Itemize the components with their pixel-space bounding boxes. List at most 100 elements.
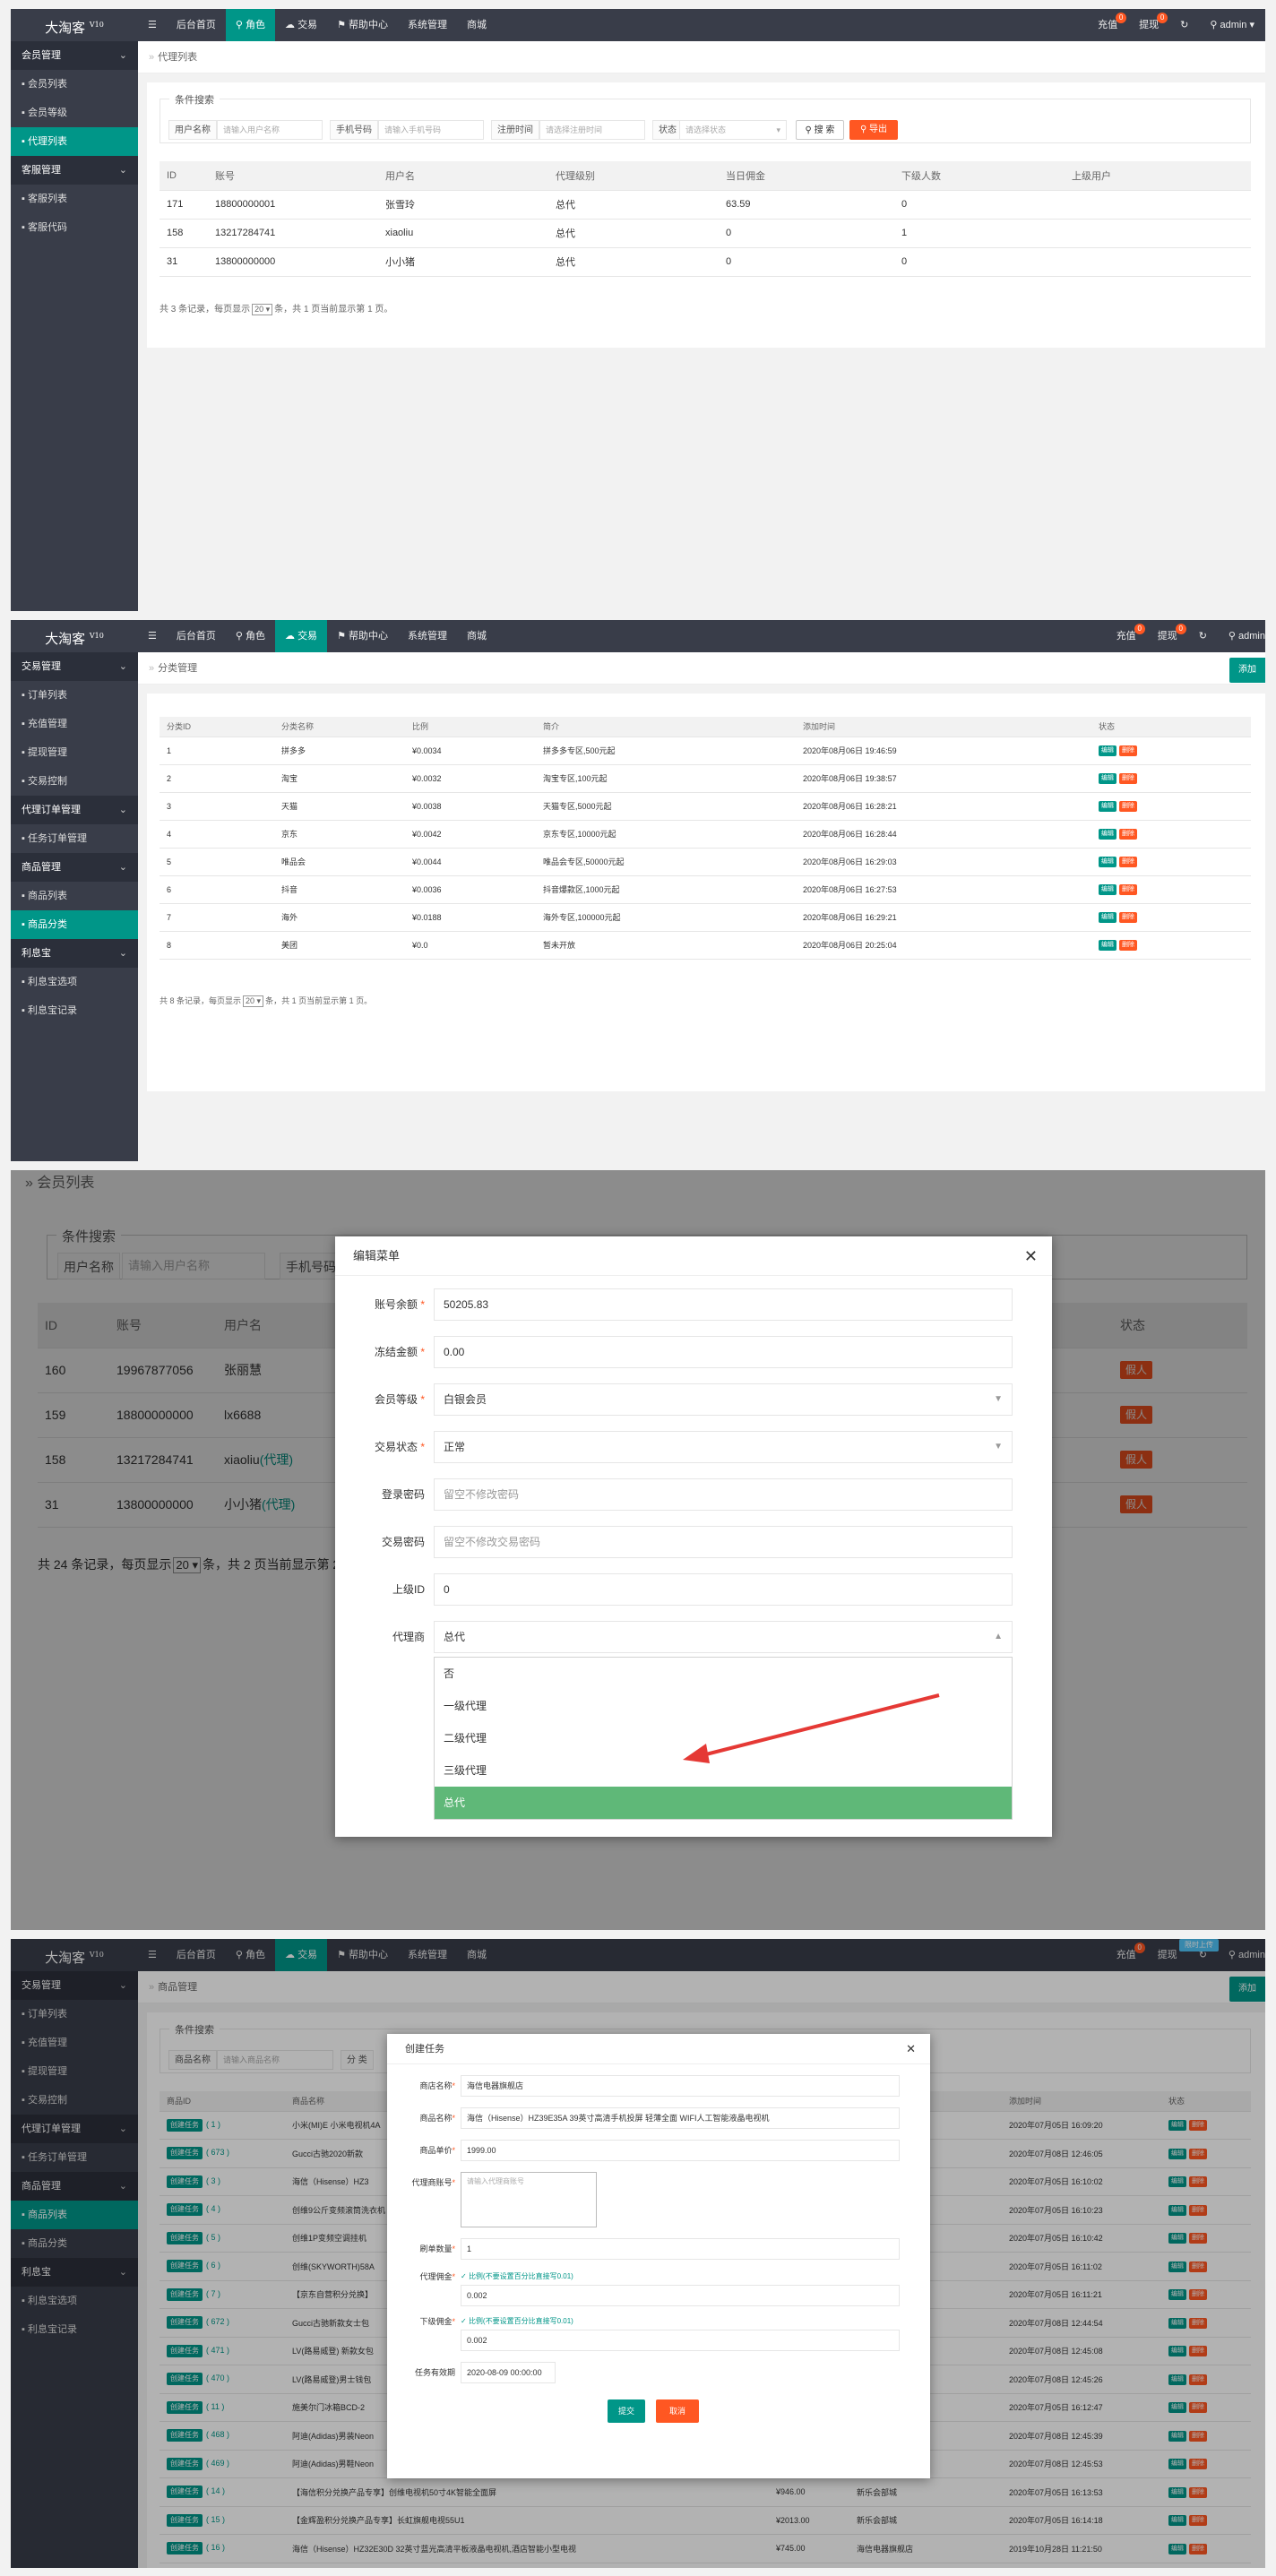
qty-input[interactable]: 1 (461, 2238, 900, 2260)
sidebar-item[interactable]: ▪ 订单列表 (11, 681, 138, 710)
cancel-button[interactable]: 取消 (656, 2399, 699, 2423)
sidebar-group[interactable]: 客服管理 ⌄ (11, 156, 138, 185)
nav-trade[interactable]: ☁ 交易 (275, 9, 327, 41)
nav-help[interactable]: ⚑ 帮助中心 (327, 620, 398, 652)
admin-user[interactable]: ⚲ admin (1218, 620, 1265, 652)
recharge-link[interactable]: 充值 0 (1087, 9, 1128, 41)
delete-button[interactable]: 删除 (1119, 829, 1137, 840)
recharge-link[interactable]: 充值 0 (1106, 620, 1147, 652)
delete-button[interactable]: 删除 (1119, 912, 1137, 923)
delete-button[interactable]: 删除 (1119, 773, 1137, 784)
edit-button[interactable]: 编辑 (1099, 940, 1116, 951)
sidebar-group[interactable]: 代理订单管理 ⌄ (11, 796, 138, 824)
nav-help[interactable]: ⚑ 帮助中心 (327, 9, 398, 41)
delete-button[interactable]: 删除 (1119, 801, 1137, 812)
close-icon[interactable]: ✕ (906, 2034, 916, 2064)
edit-button[interactable]: 编辑 (1099, 912, 1116, 923)
menu-icon[interactable]: ☰ (138, 9, 167, 41)
export-button[interactable]: ⚲ 导出 (849, 120, 898, 140)
price-label: 商品单价* (419, 2146, 455, 2155)
page-size-select[interactable]: 20 ▾ (252, 304, 273, 315)
goods-label: 商品名称* (419, 2114, 455, 2123)
nav-trade[interactable]: ☁ 交易 (275, 620, 328, 652)
search-button[interactable]: ⚲ 搜 索 (796, 120, 844, 140)
username-input[interactable]: 请输入用户名称 (217, 120, 323, 140)
lower-commission-input[interactable]: 0.002 (461, 2330, 900, 2351)
screenshot-agent-list: 大淘客 V10 ☰ 后台首页 ⚲ 角色 ☁ 交易 ⚑ 帮助中心 系统管理 商城 … (11, 9, 1265, 611)
sidebar-item[interactable]: ▪ 利息宝选项 (11, 968, 138, 996)
withdraw-link[interactable]: 提现 0 (1147, 620, 1188, 652)
submit-button[interactable]: 提交 (608, 2399, 645, 2423)
check-icon: ✓ (461, 2317, 469, 2325)
sidebar-group[interactable]: 交易管理 ⌄ (11, 652, 138, 681)
nav-role[interactable]: ⚲ 角色 (225, 9, 275, 41)
sidebar: 交易管理 ⌄ ▪ 订单列表 ▪ 充值管理 ▪ 提现管理 ▪ 交易控制 代理订单管理 ⌄ ▪ 任务… (11, 652, 138, 1161)
nav-home[interactable]: 后台首页 (167, 9, 226, 41)
expire-input[interactable]: 2020-08-09 00:00:00 (461, 2362, 556, 2383)
user-icon: ⚲ (235, 20, 246, 30)
edit-button[interactable]: 编辑 (1099, 745, 1116, 756)
sidebar-item[interactable]: ▪ 商品列表 (11, 882, 138, 910)
sidebar-item[interactable]: ▪ 提现管理 (11, 738, 138, 767)
sidebar-item[interactable]: ▪ 客服列表 (11, 185, 138, 213)
delete-button[interactable]: 删除 (1119, 884, 1137, 895)
nav-home[interactable]: 后台首页 (167, 620, 226, 652)
table-row: 2 淘宝 ¥0.0032 淘宝专区,100元起 2020年08月06日 19:38:57… (160, 764, 1251, 793)
delete-button[interactable]: 删除 (1119, 940, 1137, 951)
status-select[interactable]: 请选择状态 ▾ (679, 120, 787, 140)
sidebar-group[interactable]: 商品管理 ⌄ (11, 853, 138, 882)
page-size-select[interactable]: 20 ▾ (243, 995, 264, 1007)
sidebar-group[interactable]: 利息宝 ⌄ (11, 939, 138, 968)
add-category-button[interactable]: 添加 (1229, 658, 1265, 683)
edit-button[interactable]: 编辑 (1099, 857, 1116, 867)
agent-account-textarea[interactable]: 请输入代理商账号 (461, 2172, 597, 2227)
breadcrumb-arrow-icon: » (149, 663, 155, 674)
search-icon: ⚲ (859, 125, 870, 134)
breadcrumb: » 分类管理 (138, 652, 1265, 685)
sidebar-item[interactable]: ▪ 会员列表 (11, 70, 138, 99)
edit-button[interactable]: 编辑 (1099, 884, 1116, 895)
shop-input[interactable]: 海信电器旗舰店 (461, 2075, 900, 2097)
withdraw-link[interactable]: 提现 0 (1128, 9, 1169, 41)
edit-button[interactable]: 编辑 (1099, 801, 1116, 812)
menu-icon[interactable]: ☰ (138, 620, 167, 652)
screenshot-edit-member-modal: » 会员列表 条件搜索 用户名称 请输入用户名称 手机号码 ID账号用户名最后登… (11, 1170, 1265, 1930)
logo[interactable]: 大淘客 V10 (11, 620, 138, 652)
content-card: 分类ID 分类名称 比例 简介 添加时间 状态 1 拼多多 ¥0.0034 拼多多专区,500元… (147, 694, 1265, 1091)
regtime-input[interactable]: 请选择注册时间 (539, 120, 645, 140)
agent-commission-input[interactable]: 0.002 (461, 2285, 900, 2306)
sidebar-item[interactable]: ▪ 代理列表 (11, 127, 138, 156)
sidebar-item[interactable]: ▪ 商品分类 (11, 910, 138, 939)
admin-user[interactable]: ⚲ admin ▾ (1199, 9, 1265, 41)
sidebar-item[interactable]: ▪ 会员等级 (11, 99, 138, 127)
nav-role[interactable]: ⚲ 角色 (226, 620, 275, 652)
edit-button[interactable]: 编辑 (1099, 773, 1116, 784)
sidebar-item[interactable]: ▪ 充值管理 (11, 710, 138, 738)
goods-input[interactable]: 海信（Hisense）HZ39E35A 39英寸高清手机投屏 轻薄全面 WIFI… (461, 2107, 900, 2129)
nav-system[interactable]: 系统管理 (398, 620, 457, 652)
row-actions: 编辑 删除 (1091, 737, 1251, 765)
price-input[interactable]: 1999.00 (461, 2140, 900, 2161)
main-nav: ☰ 后台首页 ⚲ 角色 ☁ 交易 ⚑ 帮助中心 系统管理 商城 (138, 9, 496, 41)
refresh-icon[interactable]: ↻ (1169, 9, 1199, 41)
refresh-icon[interactable]: ↻ (1188, 620, 1218, 652)
row-actions: 编辑 删除 (1091, 792, 1251, 821)
chevron-down-icon: ⌄ (118, 805, 127, 815)
nav-mall[interactable]: 商城 (457, 620, 496, 652)
delete-button[interactable]: 删除 (1119, 857, 1137, 867)
nav-system[interactable]: 系统管理 (398, 9, 457, 41)
sidebar-item[interactable]: ▪ 利息宝记录 (11, 996, 138, 1025)
sidebar-item[interactable]: ▪ 任务订单管理 (11, 824, 138, 853)
edit-button[interactable]: 编辑 (1099, 829, 1116, 840)
delete-button[interactable]: 删除 (1119, 745, 1137, 756)
phone-input[interactable]: 请输入手机号码 (378, 120, 484, 140)
sidebar-group[interactable]: 会员管理 ⌄ (11, 41, 138, 70)
row-actions: 编辑 删除 (1091, 820, 1251, 849)
nav-mall[interactable]: 商城 (457, 9, 496, 41)
pagination: 共 3 条记录，每页显示 20 ▾ 条，共 1 页当前显示第 1 页。 (160, 304, 393, 315)
flag-icon: ⚑ (337, 20, 349, 30)
table-row: 5 唯品会 ¥0.0044 唯品会专区,50000元起 2020年08月06日 16:2… (160, 848, 1251, 876)
sidebar-item[interactable]: ▪ 客服代码 (11, 213, 138, 242)
logo[interactable]: 大淘客 V10 (11, 9, 138, 41)
sidebar-item[interactable]: ▪ 交易控制 (11, 767, 138, 796)
